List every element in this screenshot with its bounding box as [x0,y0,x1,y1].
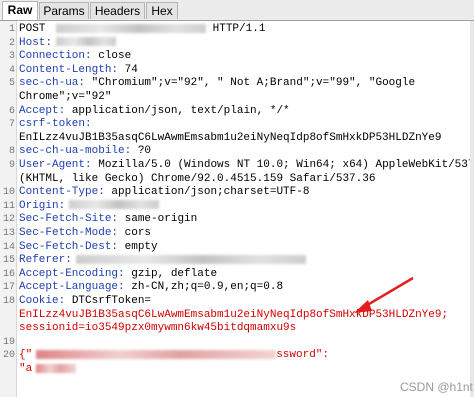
red-arrow-icon [354,276,414,313]
watermark: CSDN @h1nt [400,380,473,394]
